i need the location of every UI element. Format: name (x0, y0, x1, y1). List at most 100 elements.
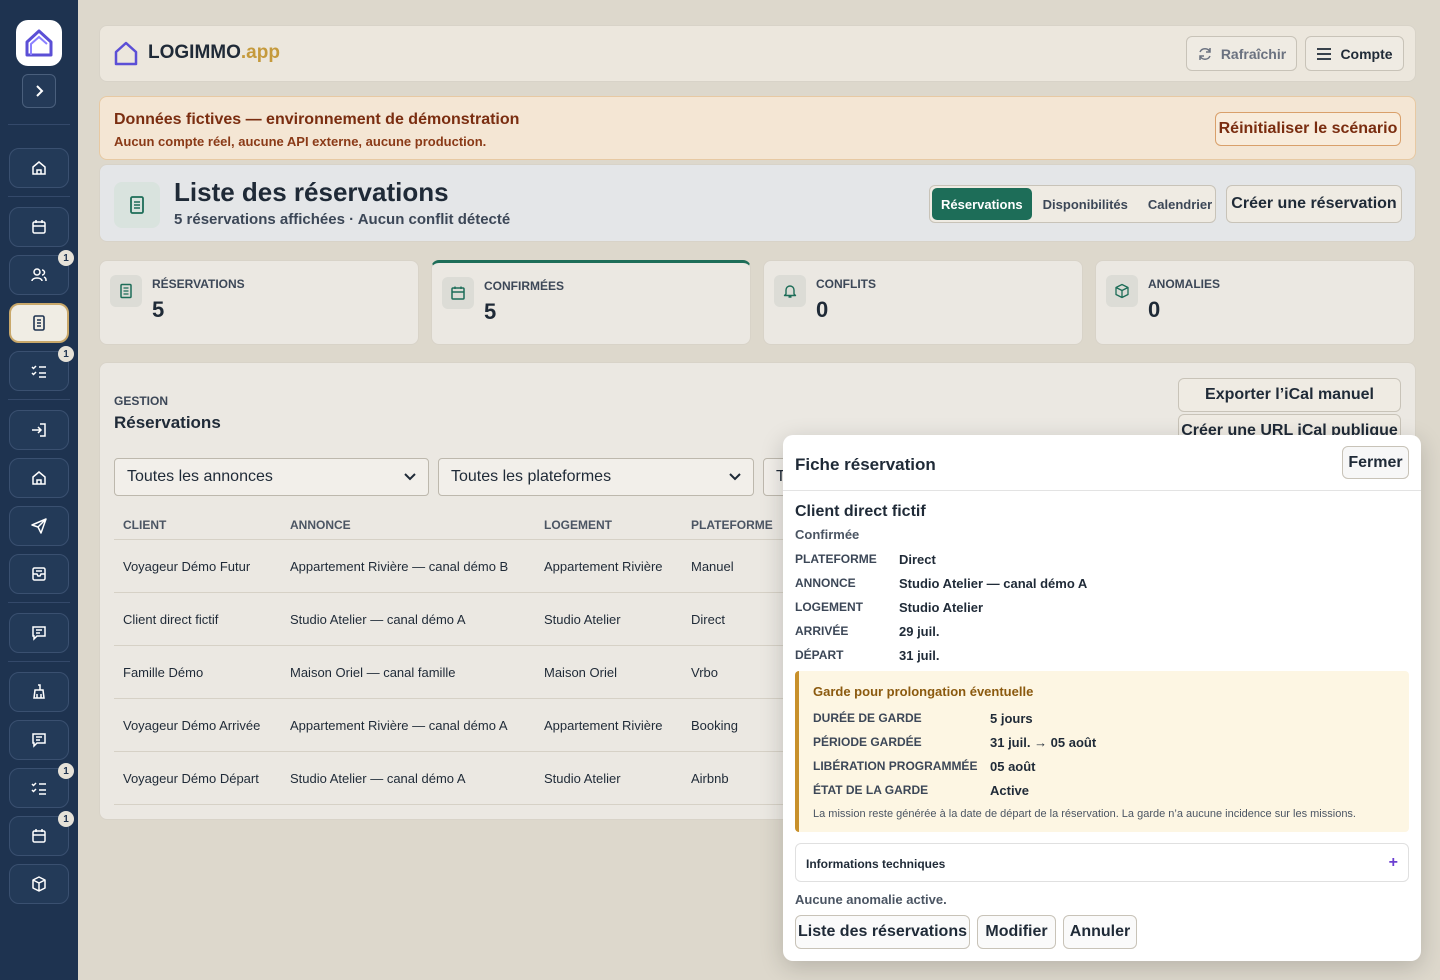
stat-value: 0 (816, 297, 829, 322)
sidebar-item-calendar[interactable] (9, 207, 69, 247)
broom-icon (33, 684, 45, 699)
stat-card-reservations: RÉSERVATIONS 5 (99, 260, 419, 345)
field-label: ANNONCE (795, 576, 856, 590)
reset-scenario-button[interactable]: Réinitialiser le scénario (1215, 112, 1401, 146)
hold-field-value: Active (990, 783, 1030, 798)
cell-client: Famille Démo (123, 665, 204, 680)
paper-plane-icon (31, 518, 47, 534)
platform-filter-select[interactable]: Toutes les plateformes (438, 458, 754, 496)
reservation-list-button[interactable]: Liste des réservations (795, 915, 970, 949)
sidebar-item-tasks[interactable]: 1 (9, 346, 74, 391)
cell-listing: Studio Atelier — canal démo A (290, 771, 466, 786)
create-reservation-button[interactable]: Créer une réservation (1226, 185, 1402, 223)
chevron-right-icon (36, 85, 44, 97)
hold-panel: Garde pour prolongation éventuelle DURÉE… (795, 671, 1409, 832)
drawer-title: Fiche réservation (795, 455, 936, 474)
table-row[interactable]: Voyageur Démo Départ Studio Atelier — ca… (114, 752, 814, 805)
divider (8, 196, 70, 197)
column-header-client[interactable]: CLIENT (123, 518, 166, 532)
box-icon (32, 876, 46, 892)
cell-client: Voyageur Démo Départ (123, 771, 259, 786)
no-anomaly-text: Aucune anomalie active. (795, 892, 947, 907)
cell-platform: Airbnb (691, 771, 729, 786)
table-row[interactable]: Client direct fictif Studio Atelier — ca… (114, 593, 814, 646)
sidebar-item-inbox[interactable] (9, 554, 69, 594)
field-value: Direct (899, 552, 936, 567)
sidebar-item-properties[interactable] (9, 458, 69, 498)
banner-subtitle: Aucun compte réel, aucune API externe, a… (114, 134, 487, 149)
cell-platform: Direct (691, 612, 725, 627)
sidebar-item-inventory[interactable] (9, 864, 69, 904)
tab-reservations[interactable]: Réservations (932, 188, 1032, 220)
sidebar-item-checkin[interactable] (9, 410, 69, 450)
stat-label: CONFIRMÉES (484, 279, 565, 293)
refresh-label: Rafraîchir (1220, 45, 1287, 62)
divider (8, 602, 70, 603)
sidebar-item-checklist[interactable]: 1 (9, 763, 74, 808)
notification-badge: 1 (58, 811, 74, 827)
document-icon (33, 315, 45, 331)
sidebar-item-users[interactable]: 1 (9, 250, 74, 295)
hold-field-value: 05 août (990, 759, 1036, 774)
top-bar: LOGIMMO.app Rafraîchir Compte (99, 25, 1416, 82)
sidebar-item-send[interactable] (9, 506, 69, 546)
hold-field-value: 5 jours (990, 711, 1033, 726)
bell-icon (783, 285, 797, 298)
sidebar-item-dashboard[interactable] (9, 148, 69, 188)
cell-client: Voyageur Démo Futur (123, 559, 251, 574)
users-icon (31, 268, 47, 282)
cell-platform: Vrbo (691, 665, 718, 680)
tab-availability[interactable]: Disponibilités (1034, 188, 1137, 220)
edit-button[interactable]: Modifier (977, 915, 1056, 949)
sidebar-item-planning[interactable]: 1 (9, 811, 74, 856)
column-header-property[interactable]: LOGEMENT (544, 518, 612, 532)
listing-filter-select[interactable]: Toutes les annonces (114, 458, 429, 496)
page-subtitle: 5 réservations affichées · Aucun conflit… (174, 211, 511, 228)
plus-icon: + (1388, 854, 1398, 871)
cell-client: Client direct fictif (123, 612, 219, 627)
listing-filter-value: Toutes les annonces (127, 468, 273, 485)
field-value: Studio Atelier (899, 600, 984, 615)
field-label: LOGEMENT (795, 600, 863, 614)
hold-field-label: PÉRIODE GARDÉE (813, 735, 922, 749)
stat-card-confirmed: CONFIRMÉES 5 (431, 260, 751, 345)
divider (8, 399, 70, 400)
app-logo[interactable] (16, 20, 62, 66)
stat-label: ANOMALIES (1148, 277, 1220, 291)
house-logo-icon (25, 29, 53, 57)
house-logo-icon (114, 41, 138, 66)
divider (8, 661, 70, 662)
cell-listing: Maison Oriel — canal famille (290, 665, 456, 680)
cell-property: Appartement Rivière (544, 718, 663, 733)
page-header: Liste des réservations 5 réservations af… (99, 164, 1416, 242)
brand-suffix: .app (240, 42, 280, 63)
brand[interactable]: LOGIMMO.app (112, 39, 280, 67)
table-row[interactable]: Voyageur Démo Futur Appartement Rivière … (114, 540, 814, 593)
stat-icon (1106, 275, 1138, 307)
sidebar-item-chat[interactable] (9, 720, 69, 760)
refresh-button[interactable]: Rafraîchir (1186, 36, 1297, 71)
sidebar-item-reservations[interactable] (9, 303, 69, 343)
sidebar-item-messages[interactable] (9, 613, 69, 653)
demo-banner: Données fictives — environnement de démo… (99, 96, 1416, 160)
export-ical-button[interactable]: Exporter l’iCal manuel (1178, 378, 1401, 412)
notification-badge: 1 (58, 763, 74, 779)
column-header-listing[interactable]: ANNONCE (290, 518, 351, 532)
column-header-platform[interactable]: PLATEFORME (691, 518, 773, 532)
tab-calendar[interactable]: Calendrier (1139, 188, 1221, 220)
table-row[interactable]: Voyageur Démo Arrivée Appartement Rivièr… (114, 699, 814, 752)
table-row[interactable]: Famille Démo Maison Oriel — canal famill… (114, 646, 814, 699)
stat-icon (442, 277, 474, 309)
close-button[interactable]: Fermer (1342, 446, 1409, 479)
sidebar-item-cleaning[interactable] (9, 672, 69, 712)
stat-icon (110, 275, 142, 307)
cancel-reservation-button[interactable]: Annuler (1063, 915, 1137, 949)
field-label: ARRIVÉE (795, 624, 849, 638)
chevron-down-icon (404, 473, 416, 481)
cell-platform: Manuel (691, 559, 734, 574)
page-title: Liste des réservations (174, 177, 449, 207)
home-icon (32, 471, 46, 485)
technical-info-toggle[interactable]: Informations techniques + (795, 843, 1409, 882)
sidebar-expand-button[interactable] (22, 74, 56, 108)
account-button[interactable]: Compte (1305, 36, 1404, 71)
